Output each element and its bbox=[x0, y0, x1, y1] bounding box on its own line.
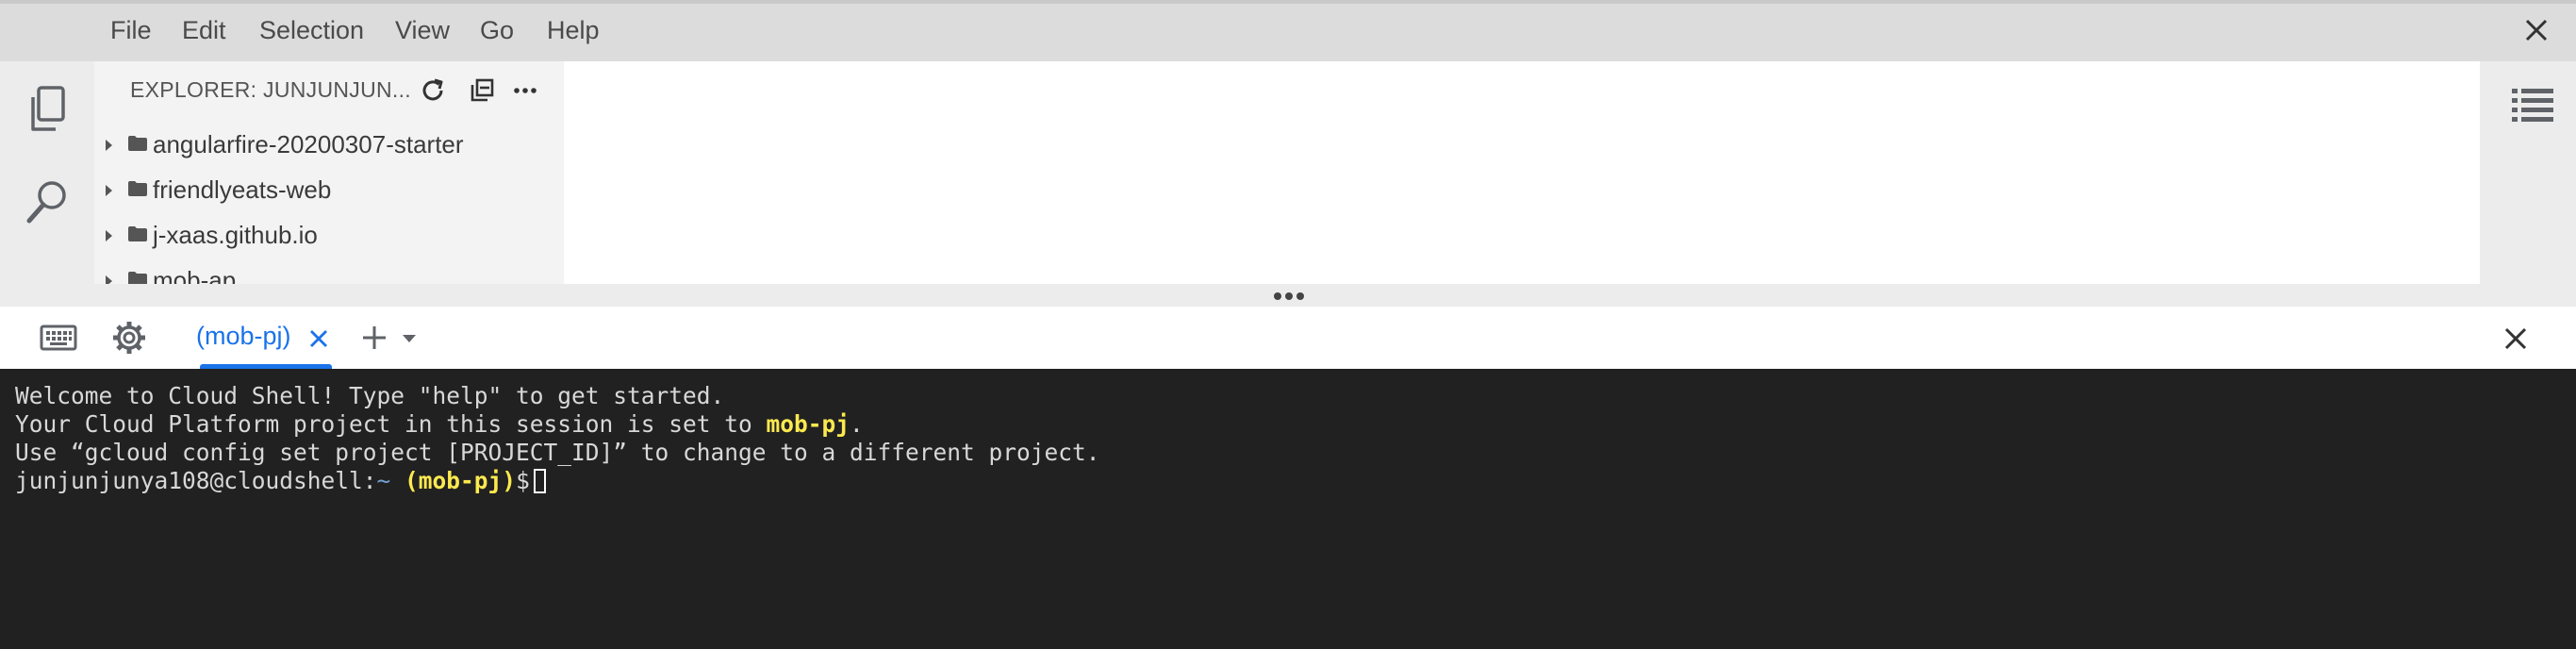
drag-handle-icon[interactable] bbox=[1273, 291, 1305, 301]
terminal-cursor[interactable] bbox=[533, 469, 546, 493]
folder-icon bbox=[128, 272, 147, 284]
tree-folder-friendlyeats[interactable]: friendlyeats-web bbox=[94, 169, 564, 212]
menu-help[interactable]: Help bbox=[547, 16, 600, 45]
tree-folder-mob-ap[interactable]: mob-ap bbox=[94, 259, 564, 284]
menu-selection[interactable]: Selection bbox=[259, 16, 364, 45]
prompt-symbol: $ bbox=[516, 467, 530, 494]
keyboard-icon[interactable] bbox=[40, 324, 77, 352]
terminal-line: Welcome to Cloud Shell! Type "help" to g… bbox=[15, 382, 725, 409]
tab-label: (mob-pj) bbox=[196, 322, 291, 350]
menu-bar: File Edit Selection View Go Help bbox=[0, 0, 2576, 61]
refresh-icon[interactable] bbox=[417, 75, 449, 107]
chevron-down-icon[interactable] bbox=[400, 333, 419, 344]
top-strip bbox=[0, 0, 2576, 4]
menu-view[interactable]: View bbox=[395, 16, 450, 45]
prompt-path: ~ bbox=[376, 467, 391, 494]
right-rail bbox=[2480, 61, 2576, 284]
project-name: mob-pj bbox=[766, 410, 850, 438]
terminal-line: Your Cloud Platform project in this sess… bbox=[15, 410, 2576, 439]
settings-icon[interactable] bbox=[111, 320, 147, 356]
chevron-right-icon bbox=[106, 185, 112, 196]
collapse-all-icon[interactable] bbox=[466, 75, 498, 107]
terminal-prompt: junjunjunya108@cloudshell:~ (mob-pj)$ bbox=[15, 467, 2576, 495]
explorer-title: EXPLORER: JUNJUNJUN... bbox=[130, 77, 411, 102]
terminal[interactable]: Welcome to Cloud Shell! Type "help" to g… bbox=[0, 369, 2576, 649]
close-tab-icon[interactable] bbox=[307, 327, 330, 350]
panel-splitter[interactable] bbox=[0, 284, 2576, 307]
folder-icon bbox=[128, 181, 147, 196]
activity-bar bbox=[0, 61, 94, 284]
tree-folder-j-xaas[interactable]: j-xaas.github.io bbox=[94, 214, 564, 258]
prompt-user: junjunjunya108@cloudshell: bbox=[15, 467, 377, 494]
search-icon[interactable] bbox=[24, 176, 71, 229]
tree-folder-angularfire[interactable]: angularfire-20200307-starter bbox=[94, 124, 564, 167]
more-icon[interactable] bbox=[509, 75, 541, 107]
terminal-text: . bbox=[850, 410, 864, 438]
terminal-text: Your Cloud Platform project in this sess… bbox=[15, 410, 767, 438]
add-tab-icon[interactable] bbox=[360, 324, 388, 352]
chevron-right-icon bbox=[106, 230, 112, 241]
prompt-project: (mob-pj) bbox=[405, 467, 517, 494]
tree-item-label: friendlyeats-web bbox=[153, 175, 332, 204]
folder-icon bbox=[128, 226, 147, 241]
tree-item-label: j-xaas.github.io bbox=[153, 221, 318, 249]
menu-edit[interactable]: Edit bbox=[182, 16, 226, 45]
terminal-line: Use “gcloud config set project [PROJECT_… bbox=[15, 439, 1100, 466]
tree-item-label: mob-ap bbox=[153, 266, 237, 284]
menu-file[interactable]: File bbox=[110, 16, 152, 45]
close-terminal-icon[interactable] bbox=[2501, 324, 2531, 354]
folder-icon bbox=[128, 136, 147, 151]
tree-item-label: angularfire-20200307-starter bbox=[153, 130, 464, 158]
outline-list-icon[interactable] bbox=[2510, 86, 2555, 124]
chevron-right-icon bbox=[106, 140, 112, 151]
explorer-files-icon[interactable] bbox=[24, 84, 71, 137]
chevron-right-icon bbox=[106, 275, 112, 284]
terminal-tab-bar: (mob-pj) bbox=[0, 307, 2576, 369]
tab-mob-pj[interactable]: (mob-pj) bbox=[194, 307, 332, 369]
explorer-panel: EXPLORER: JUNJUNJUN... angularfire-20200… bbox=[94, 61, 564, 284]
close-editor-icon[interactable] bbox=[2519, 13, 2553, 47]
menu-go[interactable]: Go bbox=[480, 16, 514, 45]
editor-area[interactable] bbox=[564, 61, 2480, 284]
